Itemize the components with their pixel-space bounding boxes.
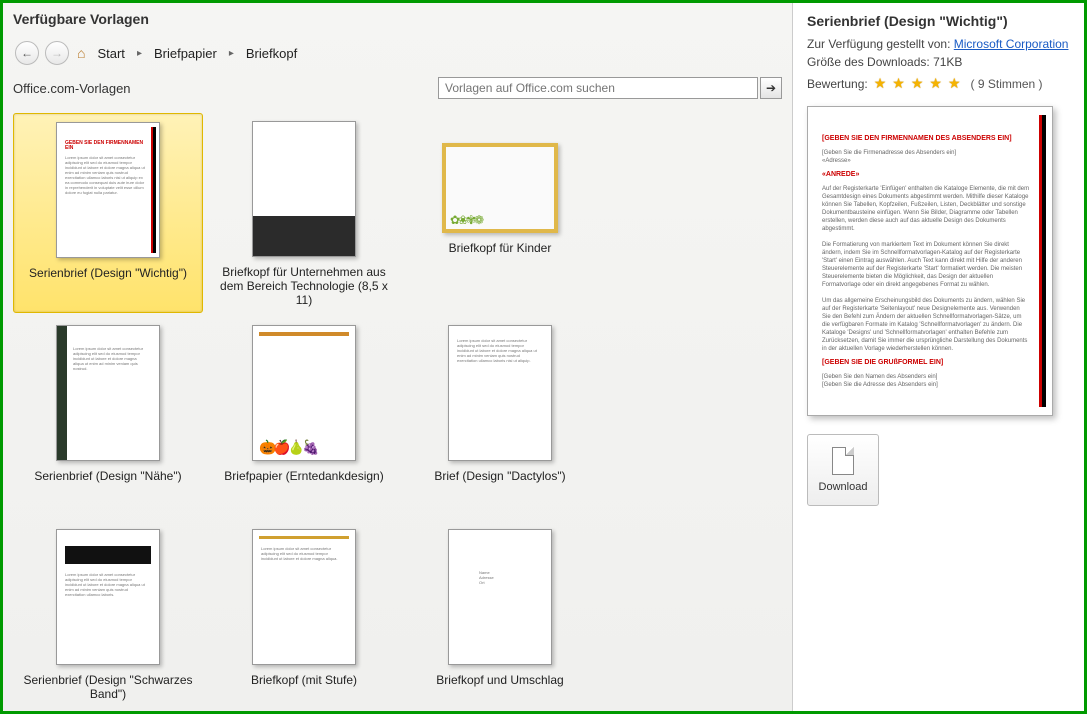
source-label: Office.com-Vorlagen — [13, 81, 131, 96]
home-icon[interactable]: ⌂ — [75, 45, 87, 61]
chevron-right-icon: ▸ — [135, 48, 144, 59]
detail-title: Serienbrief (Design "Wichtig") — [807, 13, 1072, 29]
template-card[interactable]: Lorem ipsum dolor sit amet consectetur a… — [405, 317, 595, 517]
download-label: Download — [819, 481, 868, 493]
provided-by-label: Zur Verfügung gestellt von: — [807, 37, 950, 51]
template-label: Serienbrief (Design "Wichtig") — [29, 266, 187, 280]
template-label: Briefkopf und Umschlag — [436, 673, 563, 687]
template-thumbnail: GEBEN SIE DEN FIRMENNAMEN EINLorem ipsum… — [56, 122, 160, 258]
template-card[interactable]: Lorem ipsum dolor sit amet consectetur a… — [13, 317, 203, 517]
breadcrumb-item[interactable]: Start — [93, 46, 128, 61]
template-thumbnail: ✿❀✾❁ — [442, 143, 558, 233]
size-label: Größe des Downloads: — [807, 55, 930, 69]
template-label: Briefkopf für Unternehmen aus dem Bereic… — [215, 265, 393, 307]
size-value: 71KB — [933, 55, 962, 69]
download-size-row: Größe des Downloads: 71KB — [807, 55, 1072, 69]
star-icon: ★ — [948, 75, 961, 92]
template-card[interactable]: GEBEN SIE DEN FIRMENNAMEN EINLorem ipsum… — [13, 113, 203, 313]
breadcrumb-item[interactable]: Briefpapier — [150, 46, 221, 61]
breadcrumb-bar: ← → ⌂ Start ▸ Briefpapier ▸ Briefkopf — [3, 39, 792, 73]
nav-back-button[interactable]: ← — [15, 41, 39, 65]
template-thumbnail: Lorem ipsum dolor sit amet consectetur a… — [56, 529, 160, 665]
star-icon: ★ — [911, 75, 924, 92]
provided-by-row: Zur Verfügung gestellt von: Microsoft Co… — [807, 37, 1072, 51]
template-card[interactable]: ✿❀✾❁ Briefkopf für Kinder — [405, 113, 595, 313]
template-thumbnail: Lorem ipsum dolor sit amet consectetur a… — [448, 325, 552, 461]
nav-forward-button[interactable]: → — [45, 41, 69, 65]
template-label: Serienbrief (Design "Schwarzes Band") — [19, 673, 197, 701]
template-thumbnail: NameAdresseOrt — [448, 529, 552, 665]
star-icon: ★ — [874, 75, 887, 92]
star-icon: ★ — [929, 75, 942, 92]
preview-heading: [GEBEN SIE DEN FIRMENNAMEN DES ABSENDERS… — [822, 135, 1030, 143]
template-thumbnail: Lorem ipsum dolor sit amet consectetur a… — [252, 529, 356, 665]
detail-pane: Serienbrief (Design "Wichtig") Zur Verfü… — [793, 3, 1084, 711]
download-button[interactable]: Download — [807, 434, 879, 506]
template-label: Briefkopf für Kinder — [449, 241, 552, 255]
source-strip: Office.com-Vorlagen ➔ — [3, 73, 792, 105]
template-card[interactable]: NameAdresseOrt Briefkopf und Umschlag — [405, 521, 595, 711]
breadcrumb-item[interactable]: Briefkopf — [242, 46, 301, 61]
rating-label: Bewertung: — [807, 77, 868, 91]
template-thumbnail: Lorem ipsum dolor sit amet consectetur a… — [56, 325, 160, 461]
pane-title: Verfügbare Vorlagen — [3, 3, 792, 39]
provided-by-link[interactable]: Microsoft Corporation — [954, 37, 1069, 51]
template-label: Briefpapier (Erntedankdesign) — [224, 469, 383, 483]
template-label: Briefkopf (mit Stufe) — [251, 673, 357, 687]
template-preview: [GEBEN SIE DEN FIRMENNAMEN DES ABSENDERS… — [807, 106, 1053, 416]
template-gallery[interactable]: GEBEN SIE DEN FIRMENNAMEN EINLorem ipsum… — [3, 105, 792, 711]
template-label: Brief (Design "Dactylos") — [434, 469, 565, 483]
preview-salutation: «ANREDE» — [822, 171, 1030, 179]
search-go-button[interactable]: ➔ — [760, 77, 782, 99]
document-icon — [832, 447, 854, 475]
template-label: Serienbrief (Design "Nähe") — [34, 469, 181, 483]
template-card[interactable]: Briefkopf für Unternehmen aus dem Bereic… — [209, 113, 399, 313]
template-card[interactable]: Lorem ipsum dolor sit amet consectetur a… — [209, 521, 399, 711]
search-input[interactable] — [438, 77, 758, 99]
template-thumbnail: 🎃🍎🍐🍇 — [252, 325, 356, 461]
rating-row: Bewertung: ★ ★ ★ ★ ★ ( 9 Stimmen ) — [807, 75, 1072, 92]
templates-pane: Verfügbare Vorlagen ← → ⌂ Start ▸ Briefp… — [3, 3, 793, 711]
template-card[interactable]: 🎃🍎🍐🍇 Briefpapier (Erntedankdesign) — [209, 317, 399, 517]
chevron-right-icon: ▸ — [227, 48, 236, 59]
vote-count: ( 9 Stimmen ) — [971, 77, 1043, 91]
star-icon: ★ — [892, 75, 905, 92]
template-thumbnail — [252, 121, 356, 257]
template-card[interactable]: Lorem ipsum dolor sit amet consectetur a… — [13, 521, 203, 711]
preview-footer: [GEBEN SIE DIE GRUßFORMEL EIN] — [822, 359, 1030, 367]
